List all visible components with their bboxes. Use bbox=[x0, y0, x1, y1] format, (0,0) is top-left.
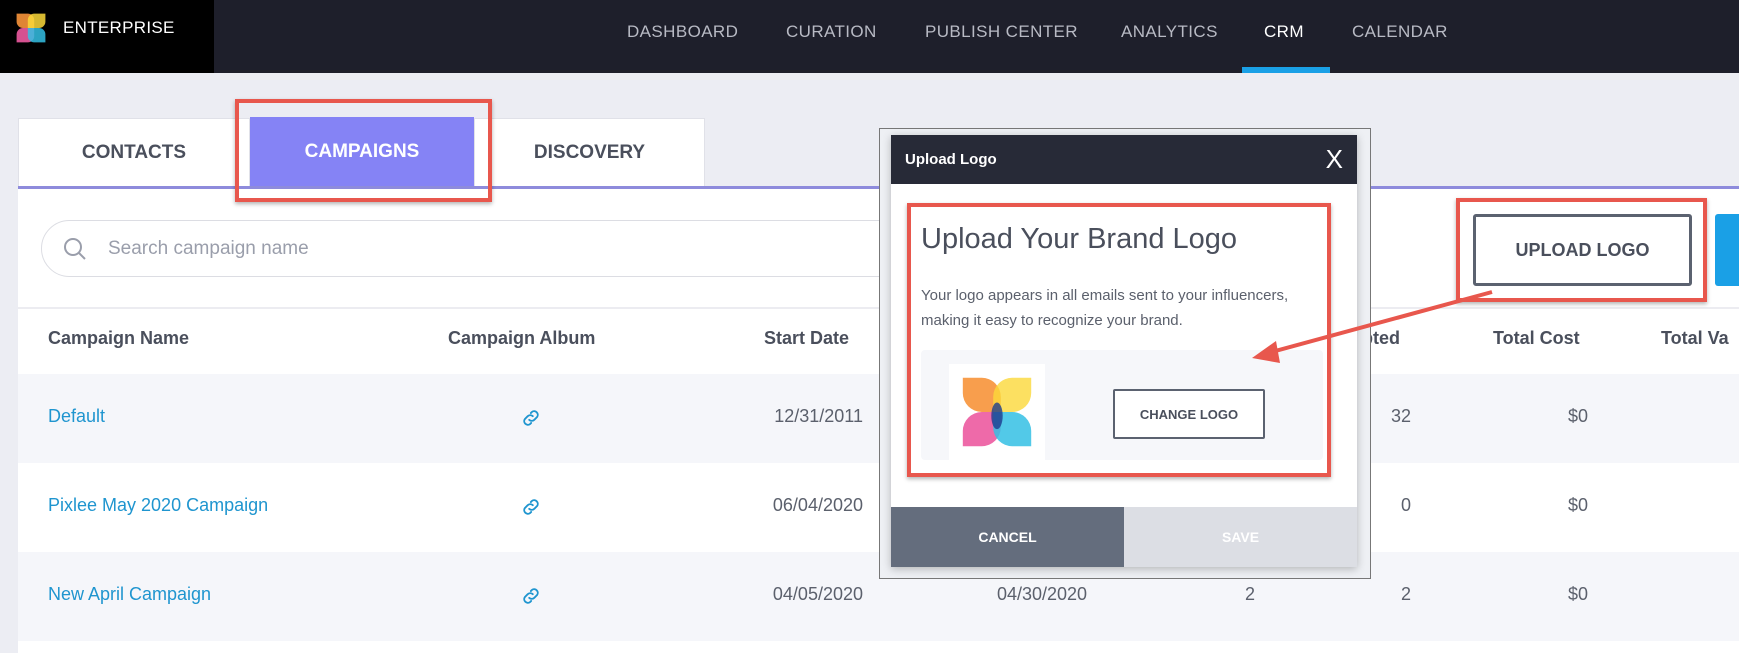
start-date: 12/31/2011 bbox=[774, 406, 863, 426]
save-button[interactable]: SAVE bbox=[1124, 507, 1357, 567]
header-campaign-name[interactable]: Campaign Name bbox=[48, 328, 189, 349]
album-link-icon[interactable] bbox=[520, 585, 542, 607]
highlight-campaigns-tab bbox=[235, 99, 492, 202]
brand-name: ENTERPRISE bbox=[63, 17, 175, 37]
nav-curation[interactable]: CURATION bbox=[786, 22, 877, 42]
end-date: 04/30/2020 bbox=[996, 584, 1088, 604]
tab-contacts[interactable]: CONTACTS bbox=[18, 118, 250, 186]
nav-calendar[interactable]: CALENDAR bbox=[1352, 22, 1448, 42]
search-input[interactable]: Search campaign name bbox=[41, 220, 941, 277]
total-cost: $0 bbox=[1567, 584, 1588, 604]
total-cost: $0 bbox=[1567, 495, 1588, 515]
campaign-name-link[interactable]: Default bbox=[48, 406, 105, 427]
accepted-count: 0 bbox=[1400, 495, 1411, 515]
start-date: 06/04/2020 bbox=[772, 495, 863, 515]
search-icon bbox=[64, 237, 86, 260]
accepted-count: 32 bbox=[1390, 406, 1411, 426]
brand-logo-icon bbox=[16, 13, 46, 42]
primary-action-button[interactable] bbox=[1715, 214, 1739, 286]
campaign-name-link[interactable]: Pixlee May 2020 Campaign bbox=[48, 495, 268, 516]
modal-title: Upload Logo bbox=[905, 151, 997, 168]
modal-footer: CANCEL SAVE bbox=[891, 507, 1357, 567]
header-campaign-album[interactable]: Campaign Album bbox=[448, 328, 595, 349]
accepted-count: 2 bbox=[1400, 584, 1411, 604]
album-link-icon[interactable] bbox=[520, 496, 542, 518]
nav-crm[interactable]: CRM bbox=[1264, 22, 1304, 42]
numeric-cell: 2 bbox=[1244, 584, 1255, 604]
brand[interactable]: ENTERPRISE bbox=[0, 0, 214, 73]
total-cost: $0 bbox=[1567, 406, 1588, 426]
search-placeholder: Search campaign name bbox=[108, 237, 309, 259]
header-total-value[interactable]: Total Va bbox=[1661, 328, 1729, 349]
close-icon[interactable]: X bbox=[1326, 144, 1343, 175]
top-nav: ENTERPRISE DASHBOARD CURATION PUBLISH CE… bbox=[0, 0, 1739, 73]
campaign-name-link[interactable]: New April Campaign bbox=[48, 584, 211, 605]
active-nav-indicator bbox=[1242, 67, 1330, 73]
start-date: 04/05/2020 bbox=[772, 584, 863, 604]
header-total-cost[interactable]: Total Cost bbox=[1493, 328, 1580, 349]
nav-publish-center[interactable]: PUBLISH CENTER bbox=[925, 22, 1078, 42]
highlight-modal-content bbox=[907, 203, 1331, 477]
highlight-upload-logo bbox=[1456, 198, 1707, 302]
tab-discovery[interactable]: DISCOVERY bbox=[474, 118, 705, 186]
header-start-date[interactable]: Start Date bbox=[764, 328, 849, 349]
nav-dashboard[interactable]: DASHBOARD bbox=[627, 22, 738, 42]
modal-header: Upload Logo X bbox=[891, 135, 1357, 184]
album-link-icon[interactable] bbox=[520, 407, 542, 429]
cancel-button[interactable]: CANCEL bbox=[891, 507, 1124, 567]
nav-analytics[interactable]: ANALYTICS bbox=[1121, 22, 1218, 42]
